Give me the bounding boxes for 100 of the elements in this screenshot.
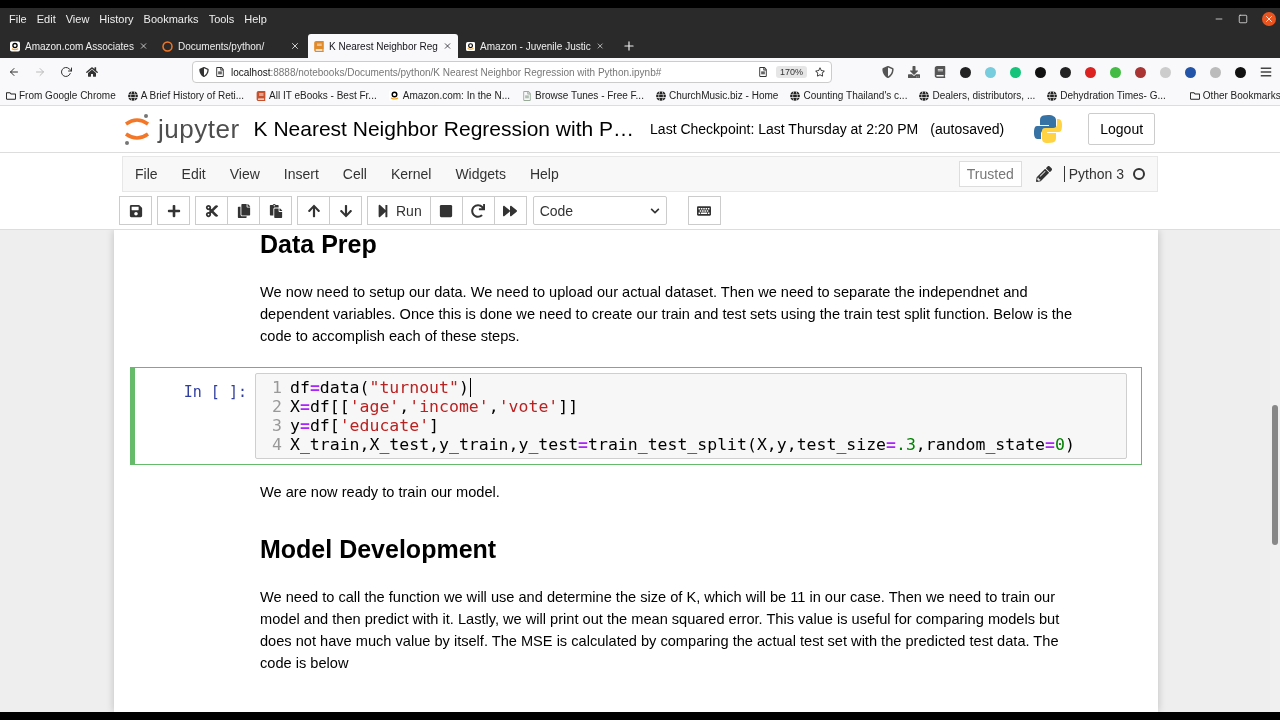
kernel-name[interactable]: Python 3: [1063, 166, 1124, 182]
menu-item[interactable]: Edit: [31, 13, 61, 25]
paste-button[interactable]: [259, 196, 292, 225]
restart-button[interactable]: [461, 196, 495, 225]
code-line: X=df[['age','income','vote']]: [290, 397, 579, 416]
run-all-button[interactable]: [493, 196, 527, 225]
move-down-button[interactable]: [329, 196, 362, 225]
line-number: 1: [271, 378, 283, 397]
extension-icon[interactable]: [960, 66, 971, 78]
menu-item[interactable]: File: [4, 13, 32, 25]
bookmark[interactable]: Dehydration Times- G...: [1047, 90, 1166, 101]
bookmark[interactable]: Counting Thailand's c...: [790, 90, 908, 101]
menu-item[interactable]: Help: [239, 13, 272, 25]
menu-item[interactable]: Help: [517, 166, 571, 182]
line-number: 4: [271, 435, 283, 454]
browser-tab[interactable]: Amazon - Juvenile Justic: [460, 34, 610, 58]
code-editor[interactable]: 1 df=data("turnout") 2 X=df[['age','income','vote']] 3 y=df['educate'] 4 X_train,X_test,y_train,y_test=train_test_split(X,y,test_size=.3,random_state=0): [255, 373, 1127, 459]
menu-item[interactable]: Kernel: [378, 166, 444, 182]
folder-icon: [1189, 90, 1200, 101]
close-icon[interactable]: [290, 41, 300, 51]
stop-button[interactable]: [429, 196, 463, 225]
menu-item[interactable]: View: [60, 13, 95, 25]
folder-icon: [6, 90, 16, 101]
bookmark[interactable]: All IT eBooks - Best Fr...: [256, 90, 377, 101]
address-bar[interactable]: localhost:8888/notebooks/Documents/python/K Nearest Neighbor Regression with Python.ipynb# 170%: [192, 61, 832, 83]
menu-item[interactable]: File: [135, 166, 170, 182]
bookmark[interactable]: A Brief History of Reti...: [127, 90, 245, 101]
jupyter-logo: jupyter: [122, 112, 240, 146]
smile-arrow-icon: [388, 90, 400, 101]
paste-icon: [268, 203, 283, 218]
run-button[interactable]: Run: [367, 196, 431, 225]
bookmark[interactable]: From Google Chrome: [6, 90, 116, 101]
save-button[interactable]: [119, 196, 152, 225]
line-number: 2: [271, 397, 283, 416]
trusted-indicator[interactable]: Trusted: [958, 161, 1022, 187]
cut-button[interactable]: [195, 196, 228, 225]
scissors-icon: [204, 203, 219, 218]
move-up-button[interactable]: [297, 196, 330, 225]
menu-item[interactable]: Widgets: [443, 166, 518, 182]
line-number: 3: [271, 416, 283, 435]
notebook-title[interactable]: K Nearest Neighbor Regression with P…: [253, 117, 635, 141]
step-forward-icon: [376, 203, 390, 218]
bookmark[interactable]: Amazon.com: In the N...: [388, 90, 510, 101]
restore-icon[interactable]: [1238, 14, 1248, 24]
arrow-up-icon: [306, 203, 321, 218]
stop-icon: [439, 203, 454, 218]
star-icon[interactable]: [815, 67, 825, 77]
add-cell-button[interactable]: [157, 196, 190, 225]
back-icon[interactable]: [8, 66, 20, 78]
books-icon: [256, 90, 267, 101]
browser-tab[interactable]: K Nearest Neighbor Reg: [308, 34, 458, 58]
code-cell[interactable]: In [ ]: 1 df=data("turnout") 2 X=df[['age','income','vote']] 3 y=df['educate'] 4 X_train,X_test,y_train,y_test=train_test_split(X,y,test_size=.3,random_state=0): [130, 367, 1142, 465]
extension-icon[interactable]: [1035, 66, 1046, 78]
section-heading: Model Development: [260, 535, 498, 564]
browser-tab[interactable]: Documents/python/: [156, 34, 306, 58]
keyboard-button[interactable]: [687, 196, 721, 225]
menu-item[interactable]: Insert: [271, 166, 331, 182]
menu-item[interactable]: Tools: [203, 13, 240, 25]
extension-icon[interactable]: [1185, 66, 1196, 78]
ring-icon: [162, 40, 173, 52]
reader-icon[interactable]: [757, 67, 768, 77]
arrow-down-icon: [338, 203, 353, 218]
copy-button[interactable]: [227, 196, 260, 225]
menu-item[interactable]: Edit: [169, 166, 218, 182]
bookmark[interactable]: ChurchMusic.biz - Home: [655, 90, 779, 101]
code-line: df=data("turnout"): [290, 378, 471, 397]
section-heading: Data Prep: [260, 230, 378, 259]
bookmark[interactable]: Dealers, distributors, ...: [919, 90, 1036, 101]
paragraph: We now need to setup our data. We need to upload our actual dataset. Then we need to separate the independnet and dependent variables. Once this is done we need to create our train and test sets using the train test split function. Below is the code to accomplish each of these steps.: [260, 283, 1074, 346]
menu-item[interactable]: Cell: [330, 166, 379, 182]
download-icon[interactable]: [908, 66, 920, 78]
menu-item[interactable]: View: [217, 166, 272, 182]
autosave-status: (autosaved): [930, 121, 1005, 137]
globe-icon: [127, 90, 138, 101]
home-icon[interactable]: [86, 66, 98, 78]
cell-type-dropdown[interactable]: Code: [532, 196, 667, 225]
extension-icon[interactable]: [1135, 66, 1146, 78]
library-icon[interactable]: [934, 66, 946, 78]
chevron-down-icon: [649, 205, 660, 216]
pencil-icon[interactable]: [1035, 166, 1052, 182]
close-button[interactable]: [1262, 12, 1276, 26]
menu-item[interactable]: Bookmarks: [138, 13, 204, 25]
menu-item[interactable]: History: [94, 13, 139, 25]
globe-icon: [919, 90, 930, 101]
input-prompt: In [ ]:: [182, 382, 248, 403]
copy-icon: [236, 203, 251, 218]
page-icon: [215, 67, 225, 77]
extension-icon[interactable]: [1060, 66, 1071, 78]
bookmark[interactable]: Browse Tunes - Free F...: [522, 90, 644, 101]
new-tab-icon[interactable]: [622, 39, 636, 53]
reload-icon[interactable]: [60, 66, 72, 78]
checkpoint-text: Last Checkpoint: Last Thursday at 2:20 PM: [650, 121, 919, 137]
menu-icon[interactable]: [1260, 66, 1272, 78]
logout-button[interactable]: Logout: [1088, 113, 1156, 145]
browser-tab[interactable]: Amazon.com Associates: [4, 34, 154, 58]
close-icon[interactable]: [595, 41, 604, 51]
kernel-idle-icon: [1133, 168, 1145, 180]
bookmark-folder[interactable]: Other Bookmarks: [1189, 90, 1280, 101]
extension-icon[interactable]: [1235, 66, 1246, 78]
zoom-level[interactable]: 170%: [775, 66, 807, 78]
